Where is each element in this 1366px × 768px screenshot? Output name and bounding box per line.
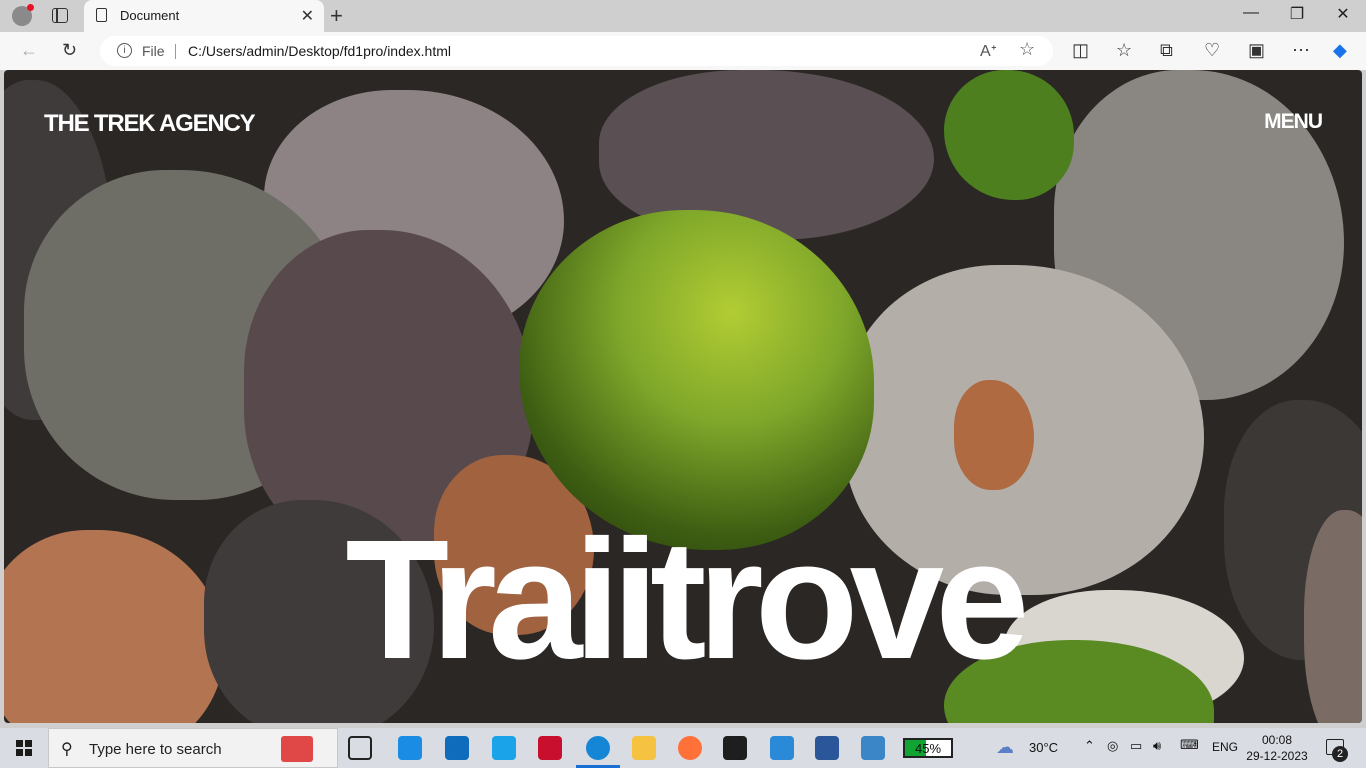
task-view-icon[interactable] xyxy=(348,736,372,760)
volume-icon[interactable]: 🔊︎ xyxy=(1153,738,1161,754)
site-logo[interactable]: THE TREK AGENCY xyxy=(44,110,256,138)
split-screen-icon[interactable]: ◫ xyxy=(1072,40,1089,61)
navigation-bar: ← ↻ i File C:/Users/admin/Desktop/fd1pro… xyxy=(0,32,1366,70)
edge-icon[interactable] xyxy=(586,736,610,760)
copilot-icon[interactable]: ◆ xyxy=(1333,40,1347,61)
temperature[interactable]: 30°C xyxy=(1029,740,1058,755)
tab-title: Document xyxy=(120,8,180,23)
language-indicator[interactable]: ENG xyxy=(1212,740,1238,754)
close-window-icon[interactable]: ✕ xyxy=(1320,4,1366,24)
mcafee-icon[interactable] xyxy=(538,736,562,760)
taskbar: ⚲ Type here to search 45% ☁ 30°C ⌃ ◎ ▭ 🔊… xyxy=(0,728,1366,768)
read-aloud-icon[interactable]: Aᐩ xyxy=(980,41,997,61)
minimize-icon[interactable]: — xyxy=(1228,4,1274,22)
network-icon[interactable]: ◎ xyxy=(1107,738,1118,754)
moss-shape xyxy=(944,70,1074,200)
back-icon[interactable]: ← xyxy=(20,40,38,61)
refresh-icon[interactable]: ↻ xyxy=(62,40,77,61)
mail-icon[interactable] xyxy=(445,736,469,760)
clock-time: 00:08 xyxy=(1261,733,1293,747)
firefox-icon[interactable] xyxy=(678,736,702,760)
collections-icon[interactable]: ⧉ xyxy=(1160,40,1173,61)
hero-title: Traiitrove xyxy=(345,505,1029,695)
restore-icon[interactable]: ❐ xyxy=(1274,4,1320,24)
photos-icon[interactable] xyxy=(861,736,885,760)
new-tab-icon[interactable]: + xyxy=(330,3,343,29)
show-hidden-icons-icon[interactable]: ⌃ xyxy=(1084,738,1095,754)
launcher-icon[interactable] xyxy=(492,736,516,760)
battery-percent: 45% xyxy=(914,741,942,756)
favorites-icon[interactable]: ☆ xyxy=(1116,40,1132,61)
clock-date: 29-12-2023 xyxy=(1246,749,1308,763)
tab-strip: Document ✕ + — ❐ ✕ xyxy=(0,0,1366,32)
battery-indicator[interactable]: 45% xyxy=(903,738,953,758)
address-scheme: File xyxy=(142,43,165,59)
address-separator xyxy=(175,44,176,59)
profile-notification-dot xyxy=(27,4,34,11)
calendar-highlight-icon xyxy=(281,736,313,762)
rock-shape xyxy=(954,380,1034,490)
search-placeholder: Type here to search xyxy=(89,741,222,758)
vscode-icon[interactable] xyxy=(770,736,794,760)
info-icon[interactable]: i xyxy=(117,43,132,58)
more-options-icon[interactable]: ⋯ xyxy=(1292,40,1310,61)
favorite-star-icon[interactable]: ☆ xyxy=(1019,39,1035,60)
clock[interactable]: 00:08 29-12-2023 xyxy=(1246,732,1308,764)
menu-button[interactable]: MENU xyxy=(1264,110,1323,134)
weather-icon[interactable]: ☁ xyxy=(996,737,1014,758)
document-icon xyxy=(96,8,107,22)
store-icon[interactable] xyxy=(398,736,422,760)
word-icon[interactable] xyxy=(815,736,839,760)
sidebar-icon[interactable]: ▣ xyxy=(1248,40,1265,61)
file-explorer-icon[interactable] xyxy=(632,736,656,760)
search-icon: ⚲ xyxy=(61,741,73,758)
tab-document[interactable]: Document ✕ xyxy=(84,0,324,32)
address-bar[interactable]: i File C:/Users/admin/Desktop/fd1pro/ind… xyxy=(100,36,1053,66)
tab-actions-icon[interactable] xyxy=(52,8,68,23)
terminal-icon[interactable] xyxy=(723,736,747,760)
windows-start-icon[interactable] xyxy=(16,740,32,756)
page-viewport: THE TREK AGENCY MENU Traiitrove xyxy=(4,70,1362,723)
performance-icon[interactable]: ♡ xyxy=(1204,40,1220,61)
battery-tray-icon[interactable]: ▭ xyxy=(1130,738,1142,754)
address-url[interactable]: C:/Users/admin/Desktop/fd1pro/index.html xyxy=(188,43,451,59)
close-tab-icon[interactable]: ✕ xyxy=(301,6,314,26)
taskbar-search[interactable]: ⚲ Type here to search xyxy=(48,728,338,768)
keyboard-icon[interactable]: ⌨ xyxy=(1180,737,1199,753)
notification-count: 2 xyxy=(1332,746,1348,762)
